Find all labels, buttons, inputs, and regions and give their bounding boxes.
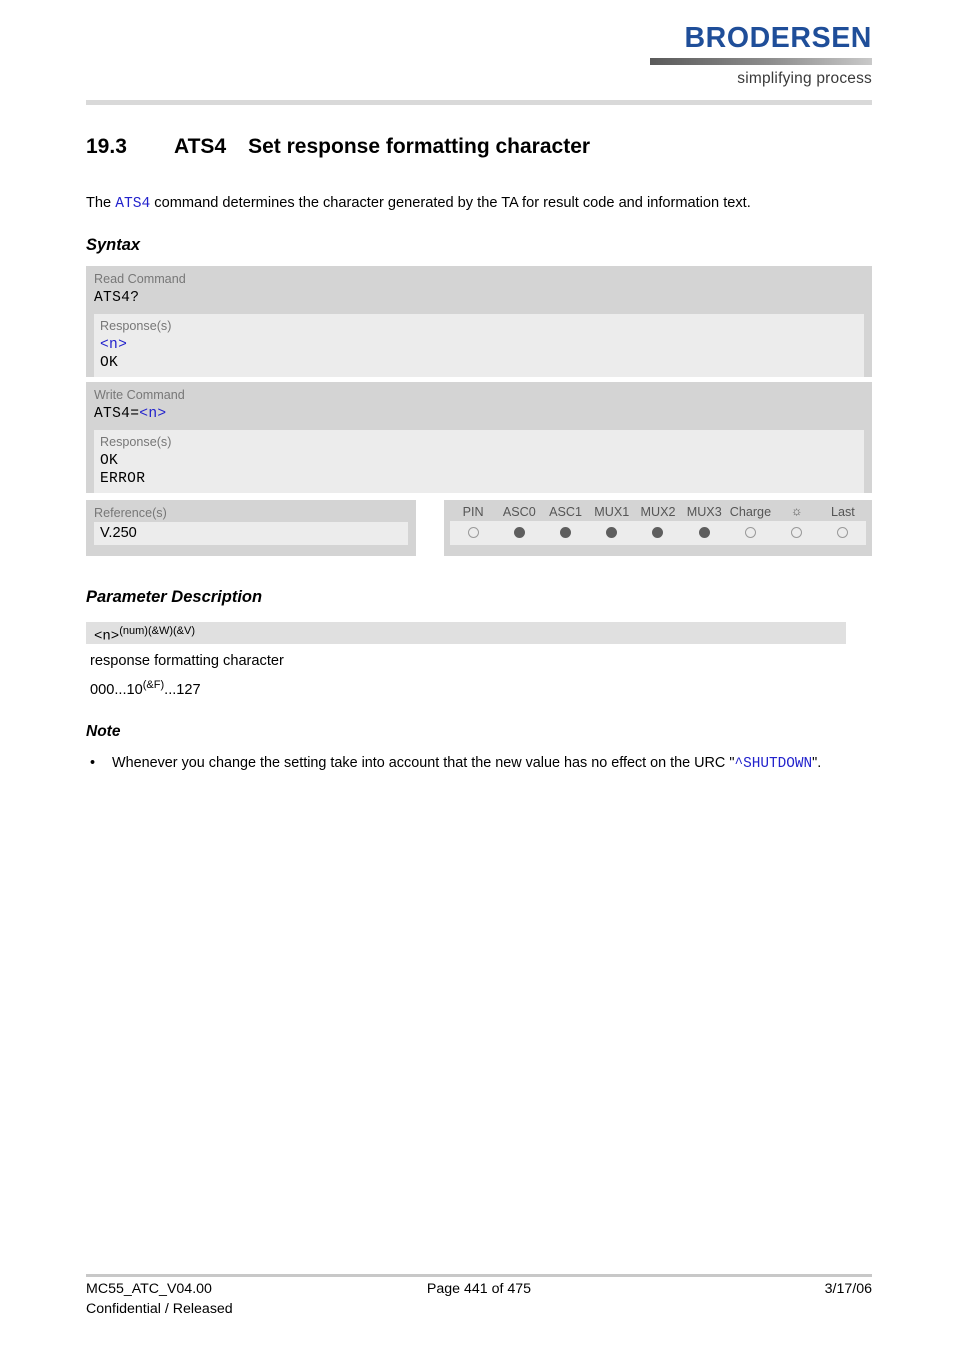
write-response-line: ERROR	[100, 471, 146, 487]
reference-block: Reference(s) V.250	[86, 500, 416, 556]
parameter-header-bar	[86, 622, 846, 644]
footer-row-secondary: Confidential / Released	[86, 1301, 872, 1321]
read-response-line: OK	[100, 355, 119, 371]
intro-paragraph: The ATS4 command determines the characte…	[86, 193, 876, 214]
brodersen-logo: BRODERSEN simplifying process	[650, 24, 872, 88]
footer-divider	[86, 1274, 872, 1277]
syntax-table: Read Command ATS4? Response(s) <n> OK Wr…	[86, 266, 872, 498]
read-command-block: Read Command ATS4? Response(s) <n> OK	[86, 266, 872, 377]
capability-cell-mux3	[681, 527, 727, 538]
list-item: • Whenever you change the setting take in…	[86, 754, 876, 774]
footer-row-primary: MC55_ATC_V04.00 Page 441 of 475 3/17/06	[86, 1281, 872, 1301]
footer-page-number: Page 441 of 475	[426, 1281, 532, 1297]
section-command: ATS4	[174, 135, 227, 158]
bullet-icon: •	[90, 755, 96, 771]
capability-cell-last	[820, 527, 866, 538]
capability-cell-pin	[450, 527, 496, 538]
footer-classification: Confidential / Released	[86, 1301, 233, 1317]
page-footer: MC55_ATC_V04.00 Page 441 of 475 3/17/06 …	[86, 1281, 872, 1321]
reference-label: Reference(s)	[94, 506, 167, 520]
logo-tagline: simplifying process	[737, 69, 872, 87]
write-command-code: ATS4=<n>	[86, 405, 872, 430]
parameter-description-text: response formatting character	[90, 653, 284, 669]
write-response-label: Response(s)	[100, 435, 172, 449]
capability-column-charge: Charge	[729, 505, 772, 519]
indicator-filled	[606, 527, 618, 538]
parameter-name: <n>	[94, 628, 120, 645]
write-response-line: OK	[100, 453, 119, 469]
note-list: • Whenever you change the setting take in…	[86, 754, 876, 774]
section-title-text: Set response formatting character	[248, 135, 591, 158]
indicator-hollow	[744, 527, 756, 538]
sun-icon: ☼	[790, 504, 803, 518]
section-number: 19.3	[86, 135, 127, 158]
syntax-heading: Syntax	[86, 236, 141, 254]
capability-cell-mux2	[635, 527, 681, 538]
intro-command-link[interactable]: ATS4	[115, 196, 150, 212]
logo-wordmark: BRODERSEN	[684, 22, 872, 54]
reference-value: V.250	[94, 522, 408, 545]
read-response-line: <n>	[100, 337, 128, 353]
capability-indicator-row	[450, 521, 866, 545]
capability-column-mux2: MUX2	[640, 505, 676, 519]
page-header: BRODERSEN simplifying process	[86, 24, 872, 104]
document-page: BRODERSEN simplifying process 19.3 ATS4 Se…	[0, 0, 954, 1351]
read-response-box: Response(s) <n> OK	[94, 314, 864, 377]
capability-column-last: Last	[830, 505, 855, 519]
indicator-filled	[560, 527, 572, 538]
indicator-hollow	[467, 527, 479, 538]
logo-gradient-bar	[650, 57, 872, 65]
read-response-label: Response(s)	[100, 319, 172, 333]
note-text-before: Whenever you change the setting take int…	[112, 755, 735, 771]
write-command-label: Write Command	[94, 388, 185, 402]
capability-cell-asc0	[496, 527, 542, 538]
indicator-filled	[652, 527, 664, 538]
parameter-range-suffix: ...127	[164, 681, 201, 698]
indicator-hollow	[791, 527, 803, 538]
note-heading: Note	[86, 723, 121, 740]
capability-matrix: PIN ASC0 ASC1 MUX1 MUX2 MUX3 Charge ☼ La…	[444, 500, 872, 556]
indicator-filled	[698, 527, 710, 538]
read-command-code: ATS4?	[94, 290, 140, 306]
reference-capability-row: Reference(s) V.250 PIN ASC0 ASC1 MUX1 MU…	[86, 500, 872, 556]
parameter-header-text: <n>(num)(&W)(&V)	[94, 625, 195, 645]
parameter-range-superscript: (&F)	[142, 679, 165, 691]
capability-cell-asc1	[542, 527, 588, 538]
write-command-prefix: ATS4=	[94, 406, 140, 422]
note-urc-link[interactable]: ^SHUTDOWN	[734, 756, 812, 772]
parameter-superscript: (num)(&W)(&V)	[119, 625, 195, 637]
intro-after: command determines the character generat…	[150, 195, 751, 211]
capability-header-row: PIN ASC0 ASC1 MUX1 MUX2 MUX3 Charge ☼ La…	[444, 500, 872, 521]
capability-column-pin: PIN	[462, 505, 484, 519]
capability-cell-mux1	[589, 527, 635, 538]
capability-column-mux1: MUX1	[594, 505, 630, 519]
capability-column-asc1: ASC1	[549, 505, 582, 519]
indicator-hollow	[837, 527, 849, 538]
parameter-range-prefix: 000...10	[90, 681, 143, 698]
write-command-block: Write Command ATS4=<n> Response(s) OK ER…	[86, 382, 872, 493]
indicator-filled	[513, 527, 525, 538]
parameter-description-heading: Parameter Description	[86, 588, 263, 606]
write-response-box: Response(s) OK ERROR	[94, 430, 864, 493]
write-command-param[interactable]: <n>	[139, 406, 166, 422]
parameter-range: 000...10(&F)...127	[90, 679, 201, 698]
intro-before: The	[86, 195, 116, 211]
note-text-after: ".	[812, 755, 822, 771]
page-title: 19.3 ATS4 Set response formatting characte…	[86, 135, 872, 159]
capability-cell-charge	[727, 527, 773, 538]
capability-column-mux3: MUX3	[686, 505, 722, 519]
capability-cell-sun	[774, 527, 820, 538]
header-divider	[86, 100, 872, 105]
capability-column-asc0: ASC0	[502, 505, 536, 519]
footer-date: 3/17/06	[824, 1281, 872, 1297]
read-command-label: Read Command	[94, 272, 186, 286]
